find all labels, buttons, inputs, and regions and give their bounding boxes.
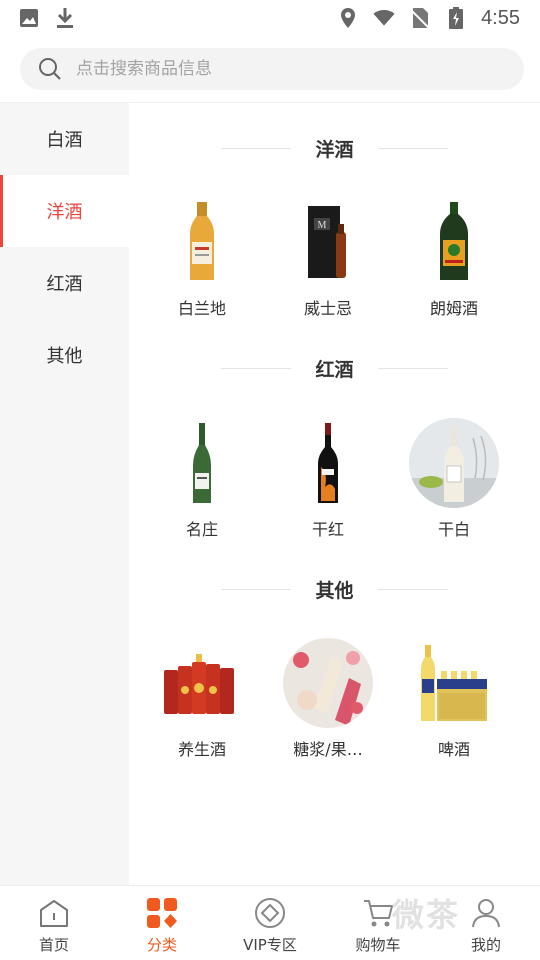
vip-icon — [253, 896, 287, 930]
section-title: 红酒 — [315, 358, 354, 381]
divider-line — [377, 147, 448, 149]
download-icon — [54, 7, 76, 29]
divider-line — [221, 147, 292, 149]
category-item-label: 干红 — [311, 520, 344, 539]
nav-label: 分类 — [146, 936, 177, 954]
section-title: 洋酒 — [315, 138, 354, 161]
chateau-bottle-icon — [157, 418, 247, 508]
nav-label: 我的 — [470, 936, 501, 954]
section-title: 其他 — [315, 579, 354, 602]
search-icon — [38, 57, 62, 81]
category-content: 洋酒 白兰地 M 威士忌 朗姆酒 红酒 名庄 干红 干白 其他 养生酒 糖浆/果… — [129, 103, 540, 885]
whisky-box-icon: M — [283, 197, 373, 287]
product-grid-other: 养生酒 糖浆/果… 啤酒 — [139, 638, 529, 760]
cart-icon — [361, 896, 395, 930]
category-item-dry-white[interactable]: 干白 — [391, 418, 517, 540]
nav-label: 首页 — [38, 936, 69, 954]
nav-category[interactable]: 分类 — [108, 886, 216, 960]
beer-pack-icon — [409, 638, 499, 728]
white-wine-photo — [409, 418, 499, 508]
status-time: 4:55 — [481, 6, 520, 29]
image-notification-icon — [18, 7, 40, 29]
nav-cart[interactable]: 购物车 — [324, 886, 432, 960]
category-item-label: 威士忌 — [303, 299, 352, 318]
search-bar[interactable] — [20, 48, 524, 90]
status-left — [18, 7, 76, 29]
category-item-label: 养生酒 — [177, 740, 226, 759]
category-item-label: 干白 — [437, 520, 470, 539]
category-item-whisky[interactable]: M 威士忌 — [265, 197, 391, 319]
category-item-syrup[interactable]: 糖浆/果… — [265, 638, 391, 760]
home-icon — [37, 896, 71, 930]
category-icon — [145, 896, 179, 930]
svg-text:M: M — [318, 220, 327, 231]
category-sidebar: 白酒 洋酒 红酒 其他 — [0, 103, 129, 885]
status-right: 4:55 — [337, 7, 520, 30]
nav-label: VIP专区 — [243, 936, 297, 954]
category-item-label: 啤酒 — [437, 740, 470, 759]
category-item-rum[interactable]: 朗姆酒 — [391, 197, 517, 319]
product-grid-yangjiu: 白兰地 M 威士忌 朗姆酒 — [139, 197, 529, 319]
divider-line — [377, 588, 448, 590]
category-item-chateau[interactable]: 名庄 — [139, 418, 265, 540]
sidebar-item-baijiu[interactable]: 白酒 — [0, 103, 129, 175]
nav-profile[interactable]: 我的 — [432, 886, 540, 960]
category-item-label: 白兰地 — [177, 299, 226, 318]
nav-home[interactable]: 首页 — [0, 886, 108, 960]
rum-bottle-icon — [409, 197, 499, 287]
category-item-brandy[interactable]: 白兰地 — [139, 197, 265, 319]
nav-vip[interactable]: VIP专区 — [216, 886, 324, 960]
sidebar-item-other[interactable]: 其他 — [0, 319, 129, 391]
category-item-dry-red[interactable]: 干红 — [265, 418, 391, 540]
divider-line — [221, 367, 292, 369]
syrup-photo — [283, 638, 373, 728]
nav-label: 购物车 — [355, 936, 401, 954]
product-grid-hongjiu: 名庄 干红 干白 — [139, 418, 529, 540]
health-wine-bottles-icon — [157, 638, 247, 728]
no-sim-icon — [409, 7, 431, 29]
battery-charging-icon — [445, 7, 467, 29]
divider-line — [221, 588, 292, 590]
brandy-bottle-icon — [157, 197, 247, 287]
category-item-health-wine[interactable]: 养生酒 — [139, 638, 265, 760]
category-item-label: 糖浆/果… — [293, 740, 363, 759]
sidebar-item-hongjiu[interactable]: 红酒 — [0, 247, 129, 319]
category-item-label: 名庄 — [185, 520, 218, 539]
section-header-yangjiu: 洋酒 — [129, 133, 540, 163]
wifi-icon — [373, 7, 395, 29]
sidebar-item-yangjiu[interactable]: 洋酒 — [0, 175, 129, 247]
bottom-nav: 首页 分类 VIP专区 购物车 我的 — [0, 885, 540, 960]
red-wine-bottle-icon — [283, 418, 373, 508]
location-icon — [337, 7, 359, 29]
category-item-beer[interactable]: 啤酒 — [391, 638, 517, 760]
section-header-hongjiu: 红酒 — [129, 353, 540, 383]
category-item-label: 朗姆酒 — [429, 299, 478, 318]
section-header-other: 其他 — [129, 574, 540, 604]
divider-line — [377, 367, 448, 369]
search-input[interactable] — [76, 59, 496, 79]
status-bar: 4:55 — [0, 0, 540, 36]
profile-icon — [469, 896, 503, 930]
